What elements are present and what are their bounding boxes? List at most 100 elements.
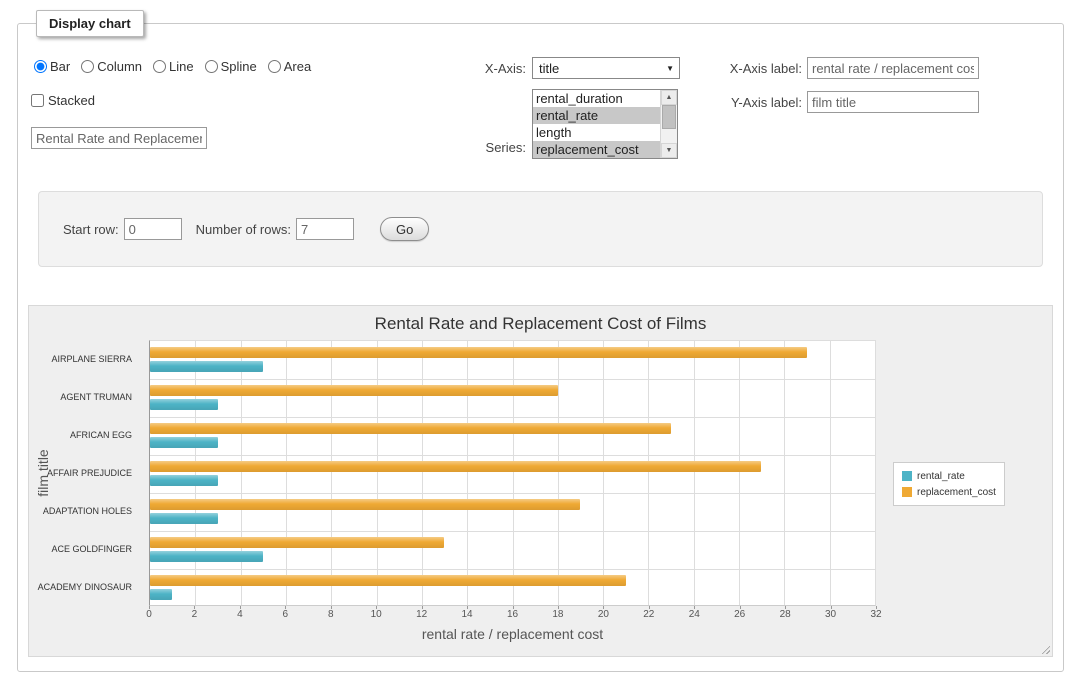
bar-replacement_cost: [150, 347, 807, 358]
num-rows-label: Number of rows:: [196, 222, 291, 237]
bar-rental_rate: [150, 437, 218, 448]
series-option-rental_duration[interactable]: rental_duration: [533, 90, 660, 107]
bar-rental_rate: [150, 513, 218, 524]
gridline: [150, 379, 875, 380]
category-label: AIRPLANE SIERRA: [29, 340, 141, 378]
chart-type-radio-group: Bar Column Line Spline Area: [34, 59, 322, 74]
chevron-down-icon: ▼: [666, 64, 674, 73]
category-label: AFFAIR PREJUDICE: [29, 454, 141, 492]
stacked-checkbox[interactable]: [31, 94, 44, 107]
series-listbox-scrollbar[interactable]: ▲ ▼: [660, 90, 677, 158]
chart-type-column[interactable]: Column: [81, 59, 142, 74]
x-axis-ticks: 02468101214161820222426283032: [149, 606, 876, 622]
plot-area: [149, 340, 876, 606]
legend-label: replacement_cost: [917, 487, 996, 498]
x-axis-select[interactable]: title ▼: [532, 57, 680, 79]
chart-legend: rental_rate replacement_cost: [893, 462, 1005, 506]
gridline: [241, 341, 242, 605]
gridline: [603, 341, 604, 605]
stacked-option[interactable]: Stacked: [31, 93, 95, 108]
gridline: [150, 531, 875, 532]
x-axis-select-label: X-Axis:: [456, 61, 526, 76]
x-tick-label: 8: [328, 609, 334, 620]
gridline: [739, 341, 740, 605]
radio-label: Spline: [221, 59, 257, 74]
bar-replacement_cost: [150, 575, 626, 586]
chart-type-bar[interactable]: Bar: [34, 59, 70, 74]
x-tick-label: 0: [146, 609, 152, 620]
chart-controls: Bar Column Line Spline Area Stacked X-Axis: …: [28, 45, 1053, 177]
category-label: ACADEMY DINOSAUR: [29, 568, 141, 606]
bar-rental_rate: [150, 589, 172, 600]
chart-type-spline[interactable]: Spline: [205, 59, 257, 74]
y-axis-label-input[interactable]: [807, 91, 979, 113]
category-label: ACE GOLDFINGER: [29, 530, 141, 568]
gridline: [513, 341, 514, 605]
radio-area[interactable]: [268, 60, 281, 73]
gridline: [830, 341, 831, 605]
chart-title-input[interactable]: [31, 127, 207, 149]
x-tick-label: 4: [237, 609, 243, 620]
bar-rental_rate: [150, 475, 218, 486]
radio-column[interactable]: [81, 60, 94, 73]
category-label: AFRICAN EGG: [29, 416, 141, 454]
chart-title: Rental Rate and Replacement Cost of Film…: [29, 314, 1052, 338]
x-tick-label: 18: [552, 609, 563, 620]
bar-replacement_cost: [150, 385, 558, 396]
series-option-length[interactable]: length: [533, 124, 660, 141]
series-listbox[interactable]: rental_durationrental_ratelengthreplacem…: [532, 89, 678, 159]
gridline: [150, 455, 875, 456]
bar-rental_rate: [150, 399, 218, 410]
gridline: [150, 417, 875, 418]
bar-replacement_cost: [150, 537, 444, 548]
x-tick-label: 16: [507, 609, 518, 620]
chart-container: Rental Rate and Replacement Cost of Film…: [28, 305, 1053, 657]
x-tick-label: 26: [734, 609, 745, 620]
y-axis-label-group: Y-Axis label:: [726, 91, 979, 113]
panel-legend: Display chart: [36, 10, 144, 37]
scroll-down-icon[interactable]: ▼: [661, 143, 677, 158]
x-tick-label: 28: [780, 609, 791, 620]
bar-replacement_cost: [150, 461, 761, 472]
radio-bar[interactable]: [34, 60, 47, 73]
gridline: [875, 341, 876, 605]
legend-entry-rental_rate[interactable]: rental_rate: [902, 468, 996, 484]
gridline: [558, 341, 559, 605]
series-option-rental_rate[interactable]: rental_rate: [533, 107, 660, 124]
x-tick-label: 10: [371, 609, 382, 620]
radio-label: Column: [97, 59, 142, 74]
x-axis-select-group: X-Axis: title ▼: [456, 57, 680, 79]
rows-panel: Start row: Number of rows: Go: [38, 191, 1043, 267]
scroll-up-icon[interactable]: ▲: [661, 90, 677, 105]
x-tick-label: 12: [416, 609, 427, 620]
x-tick-label: 22: [643, 609, 654, 620]
legend-entry-replacement_cost[interactable]: replacement_cost: [902, 484, 996, 500]
num-rows-input[interactable]: [296, 218, 354, 240]
scrollbar-thumb[interactable]: [662, 105, 676, 129]
start-row-input[interactable]: [124, 218, 182, 240]
radio-line[interactable]: [153, 60, 166, 73]
series-option-replacement_cost[interactable]: replacement_cost: [533, 141, 660, 158]
x-tick-label: 6: [283, 609, 289, 620]
x-tick-label: 24: [689, 609, 700, 620]
x-tick-label: 30: [825, 609, 836, 620]
radio-spline[interactable]: [205, 60, 218, 73]
legend-swatch: [902, 471, 912, 481]
chart-type-line[interactable]: Line: [153, 59, 194, 74]
series-select-label: Series:: [456, 140, 526, 155]
start-row-label: Start row:: [63, 222, 119, 237]
chart-x-axis-title: rental rate / replacement cost: [149, 626, 876, 642]
bar-replacement_cost: [150, 423, 671, 434]
chart-type-area[interactable]: Area: [268, 59, 311, 74]
legend-label: rental_rate: [917, 471, 965, 482]
gridline: [648, 341, 649, 605]
radio-label: Line: [169, 59, 194, 74]
go-button[interactable]: Go: [380, 217, 429, 241]
x-tick-label: 32: [870, 609, 881, 620]
bar-replacement_cost: [150, 499, 580, 510]
category-label: AGENT TRUMAN: [29, 378, 141, 416]
category-label: ADAPTATION HOLES: [29, 492, 141, 530]
gridline: [150, 493, 875, 494]
scrollbar-track[interactable]: [661, 105, 677, 143]
x-axis-label-input[interactable]: [807, 57, 979, 79]
